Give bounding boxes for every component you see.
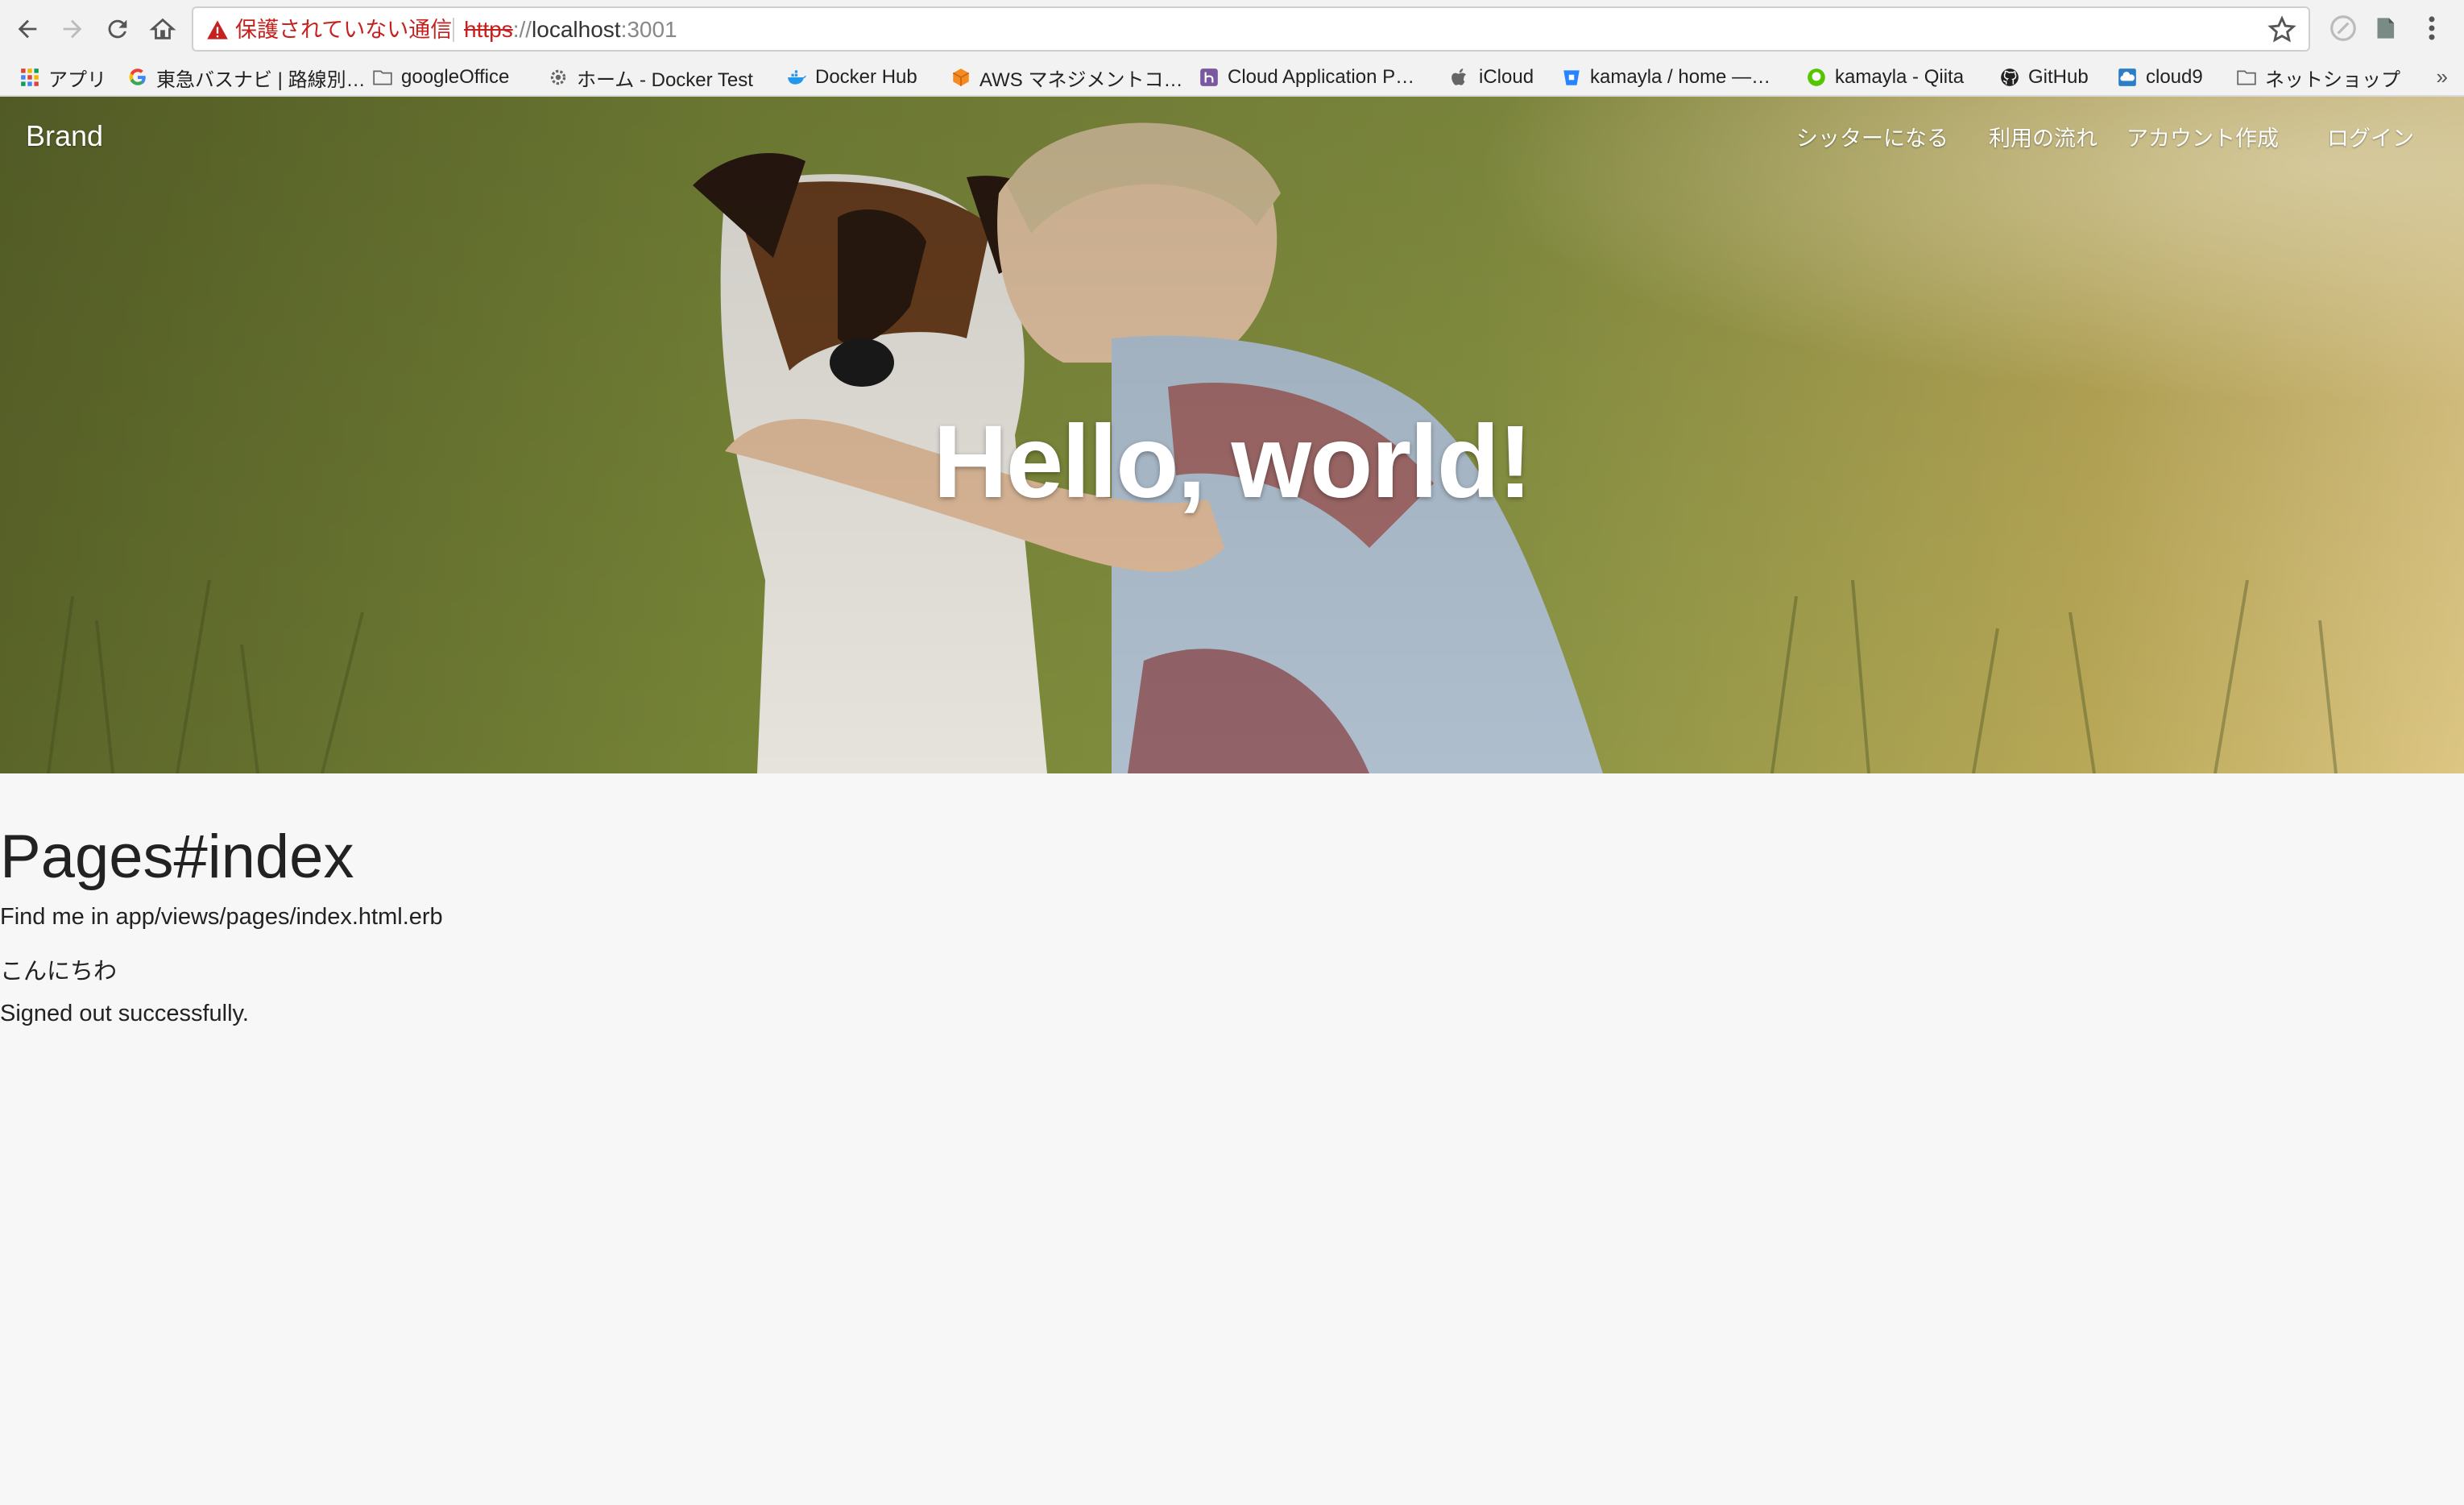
bookmark-aws[interactable]: AWS マネジメントコ… [950, 61, 1182, 93]
nav-create-account[interactable]: アカウント作成 [2126, 121, 2279, 152]
greeting-text: こんにちわ [0, 959, 118, 985]
url-separator: :// [512, 17, 532, 42]
bookmark-label: Docker Hub [815, 66, 917, 88]
hero-banner: Brand シッターになる 利用の流れ アカウント作成 ログイン Hello, … [0, 97, 2464, 773]
bookmark-label: ネットショップ [2265, 68, 2400, 91]
address-bar[interactable]: 保護されていない通信 https://localhost:3001 [192, 6, 2310, 52]
brand-logo[interactable]: Brand [26, 119, 103, 153]
home-button[interactable] [145, 11, 180, 47]
folder-icon [2237, 70, 2256, 85]
heroku-icon [1200, 68, 1218, 86]
bookmark-label: googleOffice [401, 66, 510, 88]
bookmark-label: GitHub [2028, 66, 2089, 88]
url-port: :3001 [620, 17, 677, 42]
bookmark-label: 東急バスナビ | 路線別… [156, 68, 366, 91]
flash-notice: Signed out successfully. [0, 1001, 249, 1026]
reload-button[interactable] [100, 11, 135, 47]
bookmark-icloud[interactable]: iCloud [1450, 61, 1534, 93]
apple-icon [1451, 68, 1467, 85]
nav-login[interactable]: ログイン [2327, 121, 2414, 152]
omnibox-divider [453, 18, 454, 42]
bookmark-apps[interactable]: アプリ [19, 61, 106, 93]
bookmark-label: AWS マネジメントコ… [979, 68, 1183, 91]
home-icon [149, 18, 176, 39]
url-text[interactable]: https://localhost:3001 [464, 16, 677, 44]
bookmark-tokyu-bus[interactable]: 東急バスナビ | 路線別… [127, 61, 366, 93]
bookmark-cloud-application[interactable]: Cloud Application P… [1199, 61, 1414, 93]
template-path-text: Find me in app/views/pages/index.html.er… [0, 904, 443, 930]
evernote-extension-icon[interactable] [2370, 13, 2400, 44]
bookmark-label: アプリ [48, 68, 106, 91]
bookmark-label: kamayla / home —… [1590, 66, 1771, 88]
arrow-left-icon [18, 19, 37, 39]
folder-icon [373, 70, 392, 85]
aws-cube-icon [952, 68, 970, 86]
qiita-icon [1808, 68, 1825, 86]
bookmark-bitbucket[interactable]: kamayla / home —… [1561, 61, 1770, 93]
bookmark-cloud9[interactable]: cloud9 [2117, 61, 2203, 93]
menu-kebab-icon[interactable] [2416, 13, 2447, 44]
github-octocat-icon [2001, 68, 2019, 86]
bitbucket-icon [1563, 70, 1580, 85]
gear-icon [550, 69, 566, 85]
nav-how-it-works[interactable]: 利用の流れ [1989, 121, 2098, 152]
nav-become-sitter[interactable]: シッターになる [1796, 121, 1948, 152]
bookmark-star-icon[interactable] [2267, 15, 2297, 45]
bookmark-qiita[interactable]: kamayla - Qiita [1806, 61, 1964, 93]
bookmark-netshop[interactable]: ネットショップ [2236, 61, 2400, 93]
bookmark-label: ホーム - Docker Test [577, 68, 753, 91]
bookmark-googleoffice[interactable]: googleOffice [372, 61, 509, 93]
bookmark-label: iCloud [1479, 66, 1534, 88]
page-heading: Pages#index [0, 823, 354, 891]
extension-puzzle-icon[interactable] [2328, 13, 2358, 44]
hero-title: Hello, world! [933, 404, 1533, 520]
security-warning-text[interactable]: 保護されていない通信 [235, 16, 452, 44]
browser-toolbar: 保護されていない通信 https://localhost:3001 [0, 0, 2464, 58]
arrow-right-icon [63, 19, 82, 39]
docker-whale-icon [788, 70, 806, 85]
url-scheme: https [464, 17, 513, 42]
url-host: localhost [532, 17, 621, 42]
warning-triangle-icon [207, 20, 228, 39]
bookmarks-overflow-button[interactable]: » [2437, 64, 2448, 89]
browser-chrome: 保護されていない通信 https://localhost:3001 アプリ 東急… [0, 0, 2464, 97]
bookmark-label: kamayla - Qiita [1835, 66, 1965, 88]
bookmark-docker-test[interactable]: ホーム - Docker Test [548, 61, 753, 93]
bookmark-github[interactable]: GitHub [1999, 61, 2089, 93]
apps-grid-icon [21, 68, 39, 86]
reload-icon [108, 19, 127, 39]
bookmarks-bar: アプリ 東急バスナビ | 路線別… googleOffice ホーム - Doc… [0, 58, 2464, 97]
bookmark-docker-hub[interactable]: Docker Hub [786, 61, 917, 93]
google-g-icon [129, 68, 146, 85]
back-button[interactable] [10, 11, 45, 47]
forward-button[interactable] [55, 11, 90, 47]
bookmark-label: Cloud Application P… [1228, 66, 1415, 88]
cloud9-icon [2118, 68, 2136, 86]
bookmark-label: cloud9 [2146, 66, 2203, 88]
